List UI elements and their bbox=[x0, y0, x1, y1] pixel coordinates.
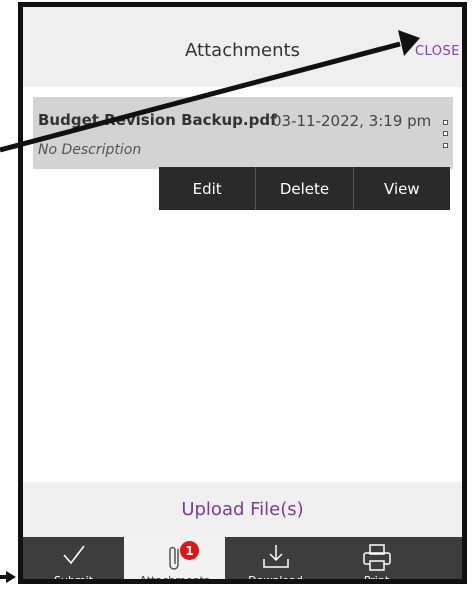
tab-submit[interactable]: Submit bbox=[23, 537, 124, 584]
tab-submit-label: Submit bbox=[53, 574, 94, 584]
edit-button[interactable]: Edit bbox=[159, 167, 257, 210]
tab-download-label: Download bbox=[248, 574, 303, 584]
attachment-description: No Description bbox=[38, 142, 142, 158]
download-icon bbox=[262, 545, 289, 568]
page-title: Attachments bbox=[185, 40, 300, 61]
bottom-tab-bar: Submit 1 Attachments Download Print bbox=[23, 537, 462, 584]
attachments-count-badge: 1 bbox=[180, 541, 199, 560]
view-button[interactable]: View bbox=[354, 167, 450, 210]
delete-button[interactable]: Delete bbox=[256, 167, 354, 210]
attachment-date: 03-11-2022, 3:19 pm bbox=[272, 112, 432, 130]
attachment-file-name: Budget Revision Backup.pdf bbox=[38, 111, 277, 129]
header: Attachments CLOSE bbox=[23, 7, 462, 87]
more-options-icon[interactable] bbox=[439, 117, 451, 151]
tab-print[interactable]: Print bbox=[326, 537, 427, 584]
app-screen: Attachments CLOSE Budget Revision Backup… bbox=[18, 2, 467, 584]
printer-icon bbox=[362, 544, 391, 571]
tab-attachments-label: Attachments bbox=[139, 574, 210, 584]
tab-print-label: Print bbox=[363, 574, 390, 584]
upload-files-button[interactable]: Upload File(s) bbox=[23, 482, 462, 537]
tab-attachments[interactable]: 1 Attachments bbox=[124, 537, 225, 584]
attachment-action-menu: Edit Delete View bbox=[159, 167, 450, 210]
checkmark-icon bbox=[62, 545, 85, 565]
close-button[interactable]: CLOSE bbox=[415, 44, 460, 59]
attachment-item[interactable]: Budget Revision Backup.pdf 03-11-2022, 3… bbox=[33, 97, 453, 169]
tab-download[interactable]: Download bbox=[225, 537, 326, 584]
